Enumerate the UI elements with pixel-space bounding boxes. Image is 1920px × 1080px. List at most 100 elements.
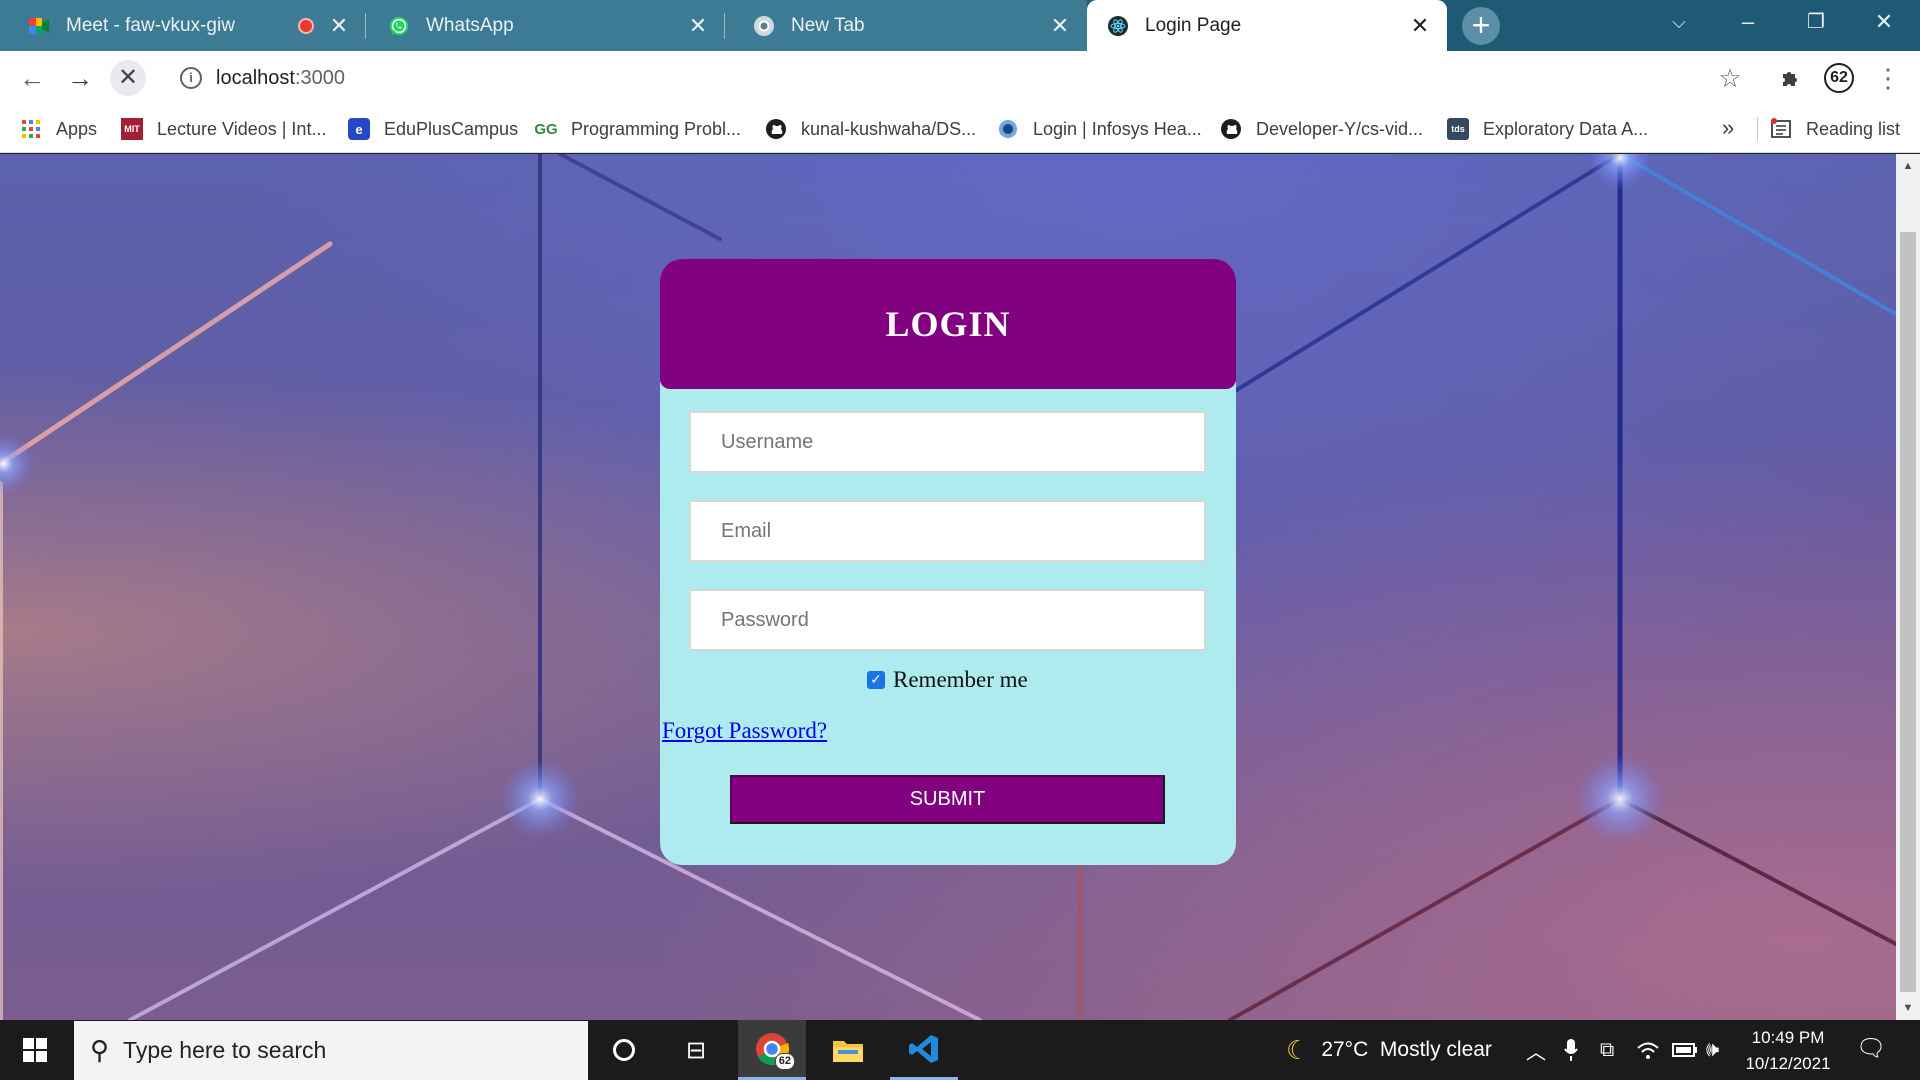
address-bar[interactable]: i localhost:3000 [160, 54, 1700, 102]
stop-loading-icon[interactable]: ✕ [110, 60, 146, 96]
close-window-icon[interactable]: ✕ [1856, 0, 1912, 44]
new-tab-button[interactable]: + [1462, 7, 1500, 45]
tab-meet[interactable]: Meet - faw-vkux-giw ✕ [0, 0, 366, 51]
close-tab-icon[interactable]: ✕ [1049, 14, 1071, 37]
taskbar-clock[interactable]: 10:49 PM 10/12/2021 [1736, 1020, 1840, 1080]
vscode-icon[interactable] [890, 1020, 958, 1080]
chrome-taskbar-button[interactable]: 62 [738, 1020, 806, 1080]
eduplus-icon: e [348, 118, 370, 140]
login-title: LOGIN [885, 304, 1011, 344]
reading-list-icon [1770, 118, 1792, 140]
bookmark-programming-problems[interactable]: GG Programming Probl... [534, 105, 741, 153]
bookmark-label: kunal-kushwaha/DS... [801, 118, 977, 139]
github-icon [765, 118, 787, 140]
windows-taskbar: ⚲ Type here to search ⊟ 62 ☾ 27°C Mostly… [0, 1020, 1920, 1080]
scroll-up-icon[interactable]: ▲ [1896, 154, 1920, 178]
mit-ocw-icon: MIT [121, 118, 143, 140]
remember-me-label[interactable]: Remember me [893, 667, 1028, 693]
extensions-icon[interactable] [1772, 60, 1808, 96]
cortana-icon[interactable] [590, 1020, 658, 1080]
wifi-icon[interactable] [1636, 1020, 1660, 1080]
bookmark-label: Login | Infosys Hea... [1033, 118, 1202, 139]
more-bookmarks-icon[interactable]: » [1722, 115, 1734, 141]
remember-me-checkbox[interactable]: ✓ [867, 671, 885, 689]
url-text[interactable]: localhost:3000 [216, 67, 345, 90]
bookmark-label: EduPlusCampus [384, 118, 519, 139]
restore-icon[interactable]: ❐ [1788, 0, 1844, 44]
bookmark-star-icon[interactable]: ☆ [1712, 60, 1748, 96]
minimize-icon[interactable]: – [1720, 0, 1776, 44]
browser-toolbar: ← → ✕ i localhost:3000 ☆ 62 ⋮ [0, 51, 1920, 105]
close-tab-icon[interactable]: ✕ [328, 14, 350, 37]
infosys-icon [997, 118, 1019, 140]
search-placeholder: Type here to search [123, 1037, 327, 1063]
battery-icon[interactable] [1672, 1020, 1698, 1080]
site-info-icon[interactable]: i [180, 67, 202, 89]
bookmark-exploratory-data[interactable]: tds Exploratory Data A... [1447, 105, 1648, 153]
bookmark-lecture-videos[interactable]: MIT Lecture Videos | Int... [121, 105, 326, 153]
weather-text: 27°C Mostly clear [1321, 1038, 1492, 1061]
volume-icon[interactable]: 🕪 [1706, 1020, 1719, 1080]
notification-center-icon[interactable]: 🗨 [1856, 1034, 1886, 1064]
back-icon[interactable]: ← [14, 60, 50, 96]
microphone-icon[interactable] [1564, 1020, 1578, 1080]
taskbar-search[interactable]: ⚲ Type here to search [74, 1021, 588, 1080]
bookmark-label: Exploratory Data A... [1483, 118, 1649, 139]
github-icon [1220, 118, 1242, 140]
react-icon [1107, 15, 1129, 37]
file-explorer-icon[interactable] [814, 1020, 882, 1080]
email-input[interactable] [689, 500, 1206, 562]
submit-button[interactable]: SUBMIT [730, 775, 1165, 824]
clock-date: 10/12/2021 [1745, 1054, 1831, 1073]
google-meet-icon [28, 15, 50, 37]
tab-title: New Tab [791, 14, 865, 36]
whatsapp-icon [388, 15, 410, 37]
remember-me-row: ✓ Remember me [867, 667, 1028, 693]
moon-icon: ☾ [1286, 1034, 1310, 1065]
close-tab-icon[interactable]: ✕ [1409, 14, 1431, 37]
windows-logo-icon [23, 1038, 47, 1062]
chrome-badge: 62 [774, 1052, 795, 1070]
bookmark-developer-y[interactable]: Developer-Y/cs-vid... [1220, 105, 1423, 153]
tab-login-page[interactable]: Login Page ✕ [1087, 0, 1447, 51]
clock-time: 10:49 PM [1751, 1028, 1825, 1047]
page-scrollbar[interactable]: ▲ ▼ [1896, 154, 1920, 1020]
tab-strip: Meet - faw-vkux-giw ✕ WhatsApp ✕ New Tab… [0, 0, 1920, 51]
bookmark-label: Apps [56, 118, 98, 139]
reading-list-label: Reading list [1806, 118, 1901, 139]
tab-title: Login Page [1145, 14, 1242, 36]
reading-list-button[interactable]: Reading list [1770, 105, 1900, 153]
task-view-icon[interactable]: ⊟ [662, 1020, 730, 1080]
bookmarks-bar: Apps MIT Lecture Videos | Int... e EduPl… [0, 105, 1920, 153]
tab-title: WhatsApp [426, 14, 514, 36]
menu-kebab-icon[interactable]: ⋮ [1870, 60, 1906, 96]
scrollbar-thumb[interactable] [1900, 232, 1916, 992]
search-icon: ⚲ [90, 1035, 110, 1065]
login-form-card: LOGIN ✓ Remember me Forgot Password? SUB… [660, 259, 1236, 865]
profile-avatar[interactable]: 62 [1824, 63, 1854, 93]
recording-icon [298, 17, 314, 34]
bookmark-apps[interactable]: Apps [20, 105, 97, 153]
close-tab-icon[interactable]: ✕ [687, 14, 709, 37]
scroll-down-icon[interactable]: ▼ [1896, 996, 1920, 1020]
username-input[interactable] [689, 411, 1206, 473]
page-viewport: LOGIN ✓ Remember me Forgot Password? SUB… [0, 154, 1896, 1020]
tab-whatsapp[interactable]: WhatsApp ✕ [366, 0, 725, 51]
chrome-icon: 62 [755, 1032, 795, 1070]
weather-widget[interactable]: ☾ 27°C Mostly clear [1286, 1020, 1492, 1080]
bookmark-label: Developer-Y/cs-vid... [1256, 118, 1424, 139]
password-input[interactable] [689, 589, 1206, 651]
forgot-password-link[interactable]: Forgot Password? [662, 718, 827, 744]
bookmark-label: Lecture Videos | Int... [157, 118, 327, 139]
bookmark-eduplus[interactable]: e EduPlusCampus [348, 105, 518, 153]
tds-icon: tds [1447, 118, 1469, 140]
tab-search-icon[interactable]: ⌵ [1651, 0, 1707, 44]
display-icon[interactable]: ⧉ [1600, 1020, 1614, 1080]
bookmark-infosys[interactable]: Login | Infosys Hea... [997, 105, 1202, 153]
start-button[interactable] [0, 1020, 70, 1080]
bookmark-kunal-kushwaha[interactable]: kunal-kushwaha/DS... [765, 105, 976, 153]
forward-icon[interactable]: → [62, 60, 98, 96]
tab-new-tab[interactable]: New Tab ✕ [725, 0, 1087, 51]
tab-title: Meet - faw-vkux-giw [66, 14, 235, 36]
show-hidden-icons[interactable]: ︿ [1526, 1020, 1546, 1080]
